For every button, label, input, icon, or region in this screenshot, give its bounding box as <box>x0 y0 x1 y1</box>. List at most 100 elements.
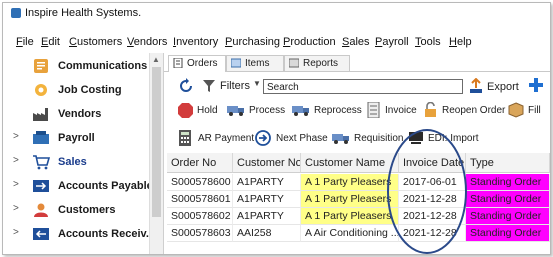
sidebar-item-sales[interactable]: > Sales <box>3 151 149 173</box>
table-cell[interactable]: Standing Order <box>466 174 550 191</box>
table-cell[interactable]: AAI258 <box>233 225 301 242</box>
chevron-right-icon: > <box>13 131 19 142</box>
search-input[interactable]: Search <box>263 79 463 94</box>
menu-edit[interactable]: Edit <box>41 36 60 48</box>
reports-icon <box>289 58 299 68</box>
items-icon <box>231 58 241 68</box>
main-panel: Orders Items Reports Filters ▼ Search Ex… <box>164 53 550 254</box>
action-toolbar: Hold Process Reprocess Invoice Reopen Or… <box>164 99 550 123</box>
tab-label: Reports <box>303 58 339 69</box>
sidebar-item-label: Communications <box>58 60 148 72</box>
table-cell[interactable]: Standing Order <box>466 225 550 242</box>
menu-sales[interactable]: Sales <box>342 36 370 48</box>
sidebar-item-label: Job Costing <box>58 84 122 96</box>
filters-label[interactable]: Filters <box>220 80 250 92</box>
filter-icon[interactable] <box>202 79 216 93</box>
factory-icon <box>33 108 48 121</box>
table-cell[interactable]: Standing Order <box>466 191 550 208</box>
sidebar-item-vendors[interactable]: Vendors <box>3 103 149 125</box>
accounts-payable-icon <box>33 180 49 192</box>
title-bar: Inspire Health Systems. <box>3 3 550 23</box>
scroll-up-arrow-icon[interactable]: ▲ <box>152 55 160 64</box>
column-header-customer-name[interactable]: Customer Name <box>301 153 399 173</box>
chevron-right-icon: > <box>13 179 19 190</box>
document-icon <box>173 58 183 68</box>
menu-customers[interactable]: Customers <box>69 36 122 48</box>
export-icon[interactable] <box>469 78 483 94</box>
menu-production[interactable]: Production <box>283 36 336 48</box>
sidebar-scrollbar[interactable]: ▲ <box>149 53 163 254</box>
scroll-thumb[interactable] <box>152 67 161 217</box>
communications-icon <box>34 59 48 73</box>
action-label: Hold <box>197 105 218 116</box>
process-button[interactable]: Process <box>227 102 287 120</box>
sidebar-item-communications[interactable]: Communications <box>3 55 149 77</box>
table-cell[interactable]: A Air Conditioning ... <box>301 225 399 242</box>
tab-items[interactable]: Items <box>226 55 284 71</box>
action-label: Requisition <box>354 133 404 144</box>
column-header-type[interactable]: Type <box>466 153 550 173</box>
sidebar-item-payroll[interactable]: > Payroll <box>3 127 149 149</box>
menu-vendors[interactable]: Vendors <box>127 36 167 48</box>
action-label: Fill <box>528 105 541 116</box>
table-cell[interactable]: A 1 Party Pleasers <box>301 174 399 191</box>
next-phase-button[interactable]: Next Phase <box>255 130 328 148</box>
tab-label: Items <box>245 58 270 69</box>
filter-bar: Filters ▼ Search Export <box>164 75 550 97</box>
table-cell[interactable]: A1PARTY <box>233 191 301 208</box>
menu-tools[interactable]: Tools <box>415 36 441 48</box>
invoice-button[interactable]: Invoice <box>367 102 417 120</box>
fill-button[interactable]: Fill <box>508 102 548 120</box>
chevron-down-icon[interactable]: ▼ <box>253 79 261 88</box>
orders-table: Order No Customer No. Customer Name Invo… <box>164 153 550 254</box>
action-label: Process <box>249 105 286 116</box>
sidebar-item-label: Sales <box>58 156 87 168</box>
requisition-button[interactable]: Requisition <box>332 130 404 148</box>
table-cell[interactable]: S000578600 <box>167 174 233 191</box>
table-cell[interactable]: S000578602 <box>167 208 233 225</box>
ar-payment-button[interactable]: AR Payment <box>178 130 254 148</box>
menu-inventory[interactable]: Inventory <box>173 36 218 48</box>
sidebar-item-accounts-payable[interactable]: > Accounts Payable <box>3 175 153 197</box>
menu-help[interactable]: Help <box>449 36 472 48</box>
add-icon[interactable] <box>528 77 544 93</box>
shopping-cart-icon <box>33 155 50 170</box>
menu-bar: File Edit Customers Vendors Inventory Pu… <box>3 36 550 52</box>
sidebar-item-job-costing[interactable]: Job Costing <box>3 79 149 101</box>
app-window: Inspire Health Systems. File Edit Custom… <box>2 2 551 255</box>
hold-button[interactable]: Hold <box>178 102 218 120</box>
tab-orders[interactable]: Orders <box>168 55 226 72</box>
chevron-right-icon: > <box>13 227 19 238</box>
truck-icon <box>227 106 244 116</box>
sidebar: Communications Job Costing Vendors > Pay… <box>3 53 164 254</box>
refresh-icon[interactable] <box>178 78 194 94</box>
export-button[interactable]: Export <box>487 81 519 93</box>
sidebar-item-label: Accounts Payable <box>58 180 153 192</box>
action-toolbar-secondary: AR Payment Next Phase Requisition EDI: I… <box>164 127 550 151</box>
sidebar-item-label: Vendors <box>58 108 102 120</box>
sidebar-item-label: Customers <box>58 204 116 216</box>
menu-payroll[interactable]: Payroll <box>375 36 409 48</box>
table-cell[interactable]: S000578603 <box>167 225 233 242</box>
app-logo-icon <box>11 8 21 18</box>
column-header-customer-no[interactable]: Customer No. <box>233 153 301 173</box>
lock-icon <box>425 102 436 117</box>
truck-icon <box>292 106 309 116</box>
tab-reports[interactable]: Reports <box>284 55 350 71</box>
column-header-order-no[interactable]: Order No <box>167 153 233 173</box>
table-cell[interactable]: A1PARTY <box>233 208 301 225</box>
table-cell[interactable]: A 1 Party Pleasers <box>301 208 399 225</box>
sidebar-item-customers[interactable]: > Customers <box>3 199 149 221</box>
menu-purchasing[interactable]: Purchasing <box>225 36 280 48</box>
reprocess-button[interactable]: Reprocess <box>292 102 367 120</box>
tab-bar: Orders Items Reports <box>164 53 550 72</box>
reopen-order-button[interactable]: Reopen Order <box>424 102 505 120</box>
sidebar-item-accounts-receivable[interactable]: > Accounts Receiv... <box>3 223 155 245</box>
table-cell[interactable]: A1PARTY <box>233 174 301 191</box>
invoice-icon <box>367 102 380 118</box>
customers-icon <box>34 203 48 217</box>
table-cell[interactable]: S000578601 <box>167 191 233 208</box>
table-cell[interactable]: A 1 Party Pleasers <box>301 191 399 208</box>
menu-file[interactable]: File <box>16 36 34 48</box>
table-cell[interactable]: Standing Order <box>466 208 550 225</box>
